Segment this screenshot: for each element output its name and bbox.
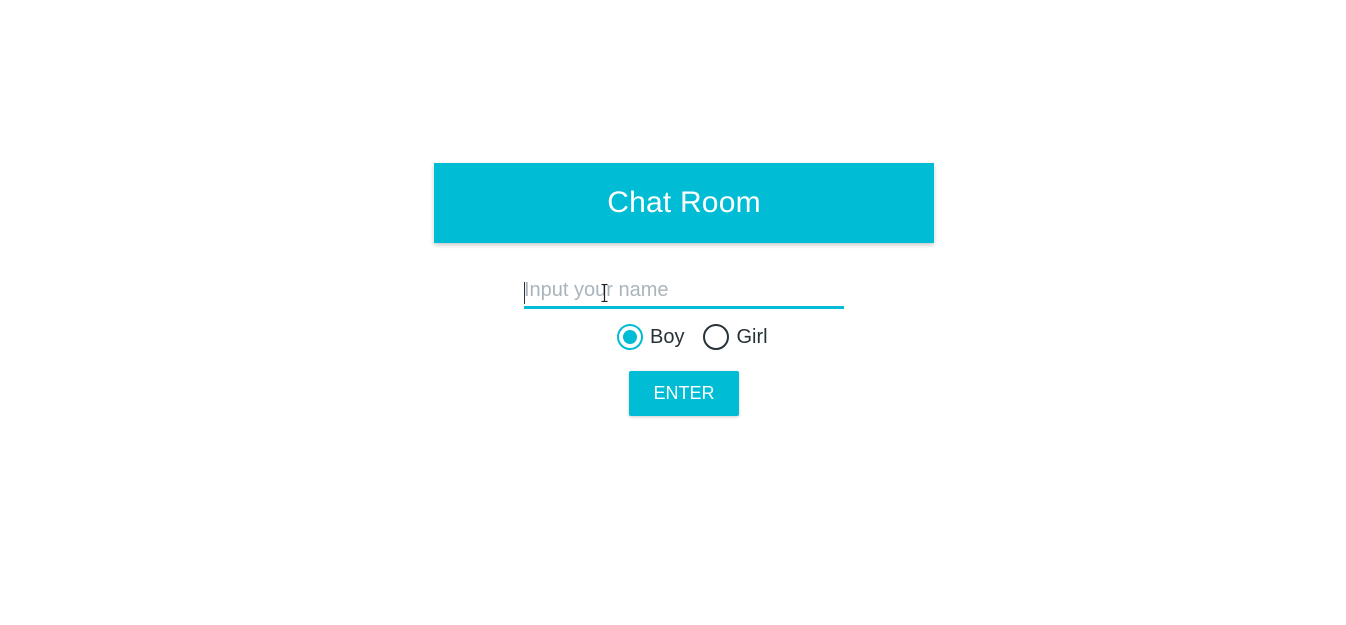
radio-label-boy: Boy — [650, 325, 685, 348]
login-page: Chat Room Boy Girl ENTER — [0, 0, 1346, 625]
app-header: Chat Room — [434, 163, 934, 243]
enter-button[interactable]: ENTER — [629, 371, 739, 416]
gender-radio-group: Boy Girl — [617, 324, 768, 350]
gender-option-boy[interactable]: Boy — [617, 324, 684, 350]
name-field-container — [524, 276, 844, 312]
radio-label-girl: Girl — [736, 325, 768, 348]
radio-button-boy[interactable] — [617, 324, 643, 350]
i-beam-cursor-icon — [601, 284, 608, 302]
app-title: Chat Room — [607, 186, 761, 219]
radio-button-girl[interactable] — [703, 324, 730, 350]
radio-selected-dot — [623, 330, 637, 344]
gender-option-girl[interactable]: Girl — [703, 324, 768, 350]
text-caret — [524, 282, 525, 304]
name-input[interactable] — [524, 276, 844, 309]
